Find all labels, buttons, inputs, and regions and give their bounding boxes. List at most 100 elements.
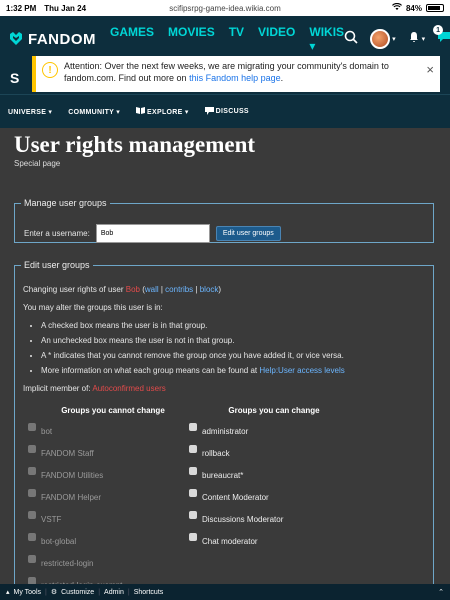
group-row-bureaucrat[interactable]: bureaucrat* <box>189 467 359 489</box>
group-checkbox[interactable] <box>189 423 197 431</box>
group-checkbox-disabled <box>28 511 36 519</box>
address-url[interactable]: scifipsrpg-game-idea.wikia.com <box>0 4 450 13</box>
rule-item: A * indicates that you cannot remove the… <box>41 350 425 362</box>
close-icon[interactable]: × <box>426 62 434 77</box>
contribs-link[interactable]: contribs <box>165 285 193 294</box>
username-input[interactable]: Bob <box>95 224 210 243</box>
nav-right-controls: ▾ ▾ 1 ▾ <box>344 25 450 49</box>
nav-link-tv[interactable]: TV <box>229 25 244 53</box>
username-link[interactable]: Bob <box>126 285 140 294</box>
discuss-icon <box>204 106 214 117</box>
group-checkbox-disabled <box>28 533 36 541</box>
group-checkbox-disabled <box>28 467 36 475</box>
group-label[interactable]: administrator <box>202 427 248 436</box>
bell-icon[interactable] <box>408 30 420 48</box>
group-row-content-moderator[interactable]: Content Moderator <box>189 489 359 511</box>
group-label: FANDOM Helper <box>41 493 102 502</box>
block-link[interactable]: block <box>200 285 219 294</box>
group-checkbox[interactable] <box>189 533 197 541</box>
group-label[interactable]: Chat moderator <box>202 537 258 546</box>
rules-list: A checked box means the user is in that … <box>23 320 425 377</box>
admin-button[interactable]: Admin <box>104 589 124 596</box>
toolbar-menu-arrow-icon: ▴ <box>6 589 10 596</box>
group-row-vstf: VSTF <box>28 511 198 533</box>
group-label[interactable]: rollback <box>202 449 230 458</box>
fandom-heart-icon <box>10 32 22 45</box>
rule-item: A checked box means the user is in that … <box>41 320 425 332</box>
group-label: FANDOM Staff <box>41 449 94 458</box>
implicit-prefix: Implicit member of: <box>23 384 93 393</box>
community-nav-community[interactable]: COMMUNITY ▾ <box>68 108 120 116</box>
gear-icon[interactable]: ⚙ <box>51 588 57 596</box>
community-nav: UNIVERSE ▾ COMMUNITY ▾ EXPLORE ▾ DISCUSS <box>0 94 450 128</box>
shortcuts-button[interactable]: Shortcuts <box>134 589 164 596</box>
community-nav-discuss[interactable]: DISCUSS <box>204 106 249 117</box>
group-label: FANDOM Utilities <box>41 471 104 480</box>
group-row-bot-global: bot-global <box>28 533 198 555</box>
group-checkbox[interactable] <box>189 467 197 475</box>
implicit-member-line: Implicit member of: Autoconfirmed users <box>23 383 425 395</box>
edit-user-groups-button[interactable]: Edit user groups <box>215 226 281 241</box>
group-row-rollback[interactable]: rollback <box>189 445 359 467</box>
cannot-change-header: Groups you cannot change <box>61 406 165 415</box>
community-nav-universe[interactable]: UNIVERSE ▾ <box>8 108 52 116</box>
group-label: bot <box>41 427 53 436</box>
help-user-access-levels-link[interactable]: Help:User access levels <box>259 366 344 375</box>
avatar[interactable] <box>370 29 391 49</box>
warning-icon: ! <box>42 62 58 78</box>
fandom-logo-text: FANDOM <box>28 30 96 48</box>
group-row-discussions-moderator[interactable]: Discussions Moderator <box>189 511 359 533</box>
main-content: User rights management Special page Mana… <box>0 128 450 584</box>
nav-link-video[interactable]: VIDEO <box>258 25 295 53</box>
community-nav-explore[interactable]: EXPLORE ▾ <box>136 107 189 116</box>
group-checkbox[interactable] <box>189 445 197 453</box>
banner-text: Attention: Over the next few weeks, we a… <box>64 60 420 84</box>
edit-user-groups-fieldset: Edit user groups Changing user rights of… <box>14 260 434 584</box>
group-row-administrator[interactable]: administrator <box>189 423 359 445</box>
notifications-menu[interactable]: ▾ <box>408 30 426 48</box>
messages-menu[interactable]: 1 ▾ <box>433 25 450 48</box>
customize-button[interactable]: Customize <box>61 589 94 596</box>
rule-item-text: More information on what each group mean… <box>41 366 260 375</box>
group-label[interactable]: bureaucrat* <box>202 471 243 480</box>
search-icon[interactable] <box>344 30 358 49</box>
changing-rights-line: Changing user rights of user Bob (wall |… <box>23 285 222 294</box>
chevron-down-icon: ▾ <box>421 36 426 43</box>
can-change-header: Groups you can change <box>228 406 320 415</box>
may-alter-text: You may alter the groups this user is in… <box>23 303 163 312</box>
autoconfirmed-users-link[interactable]: Autoconfirmed users <box>92 384 165 393</box>
book-icon <box>136 107 146 116</box>
group-checkbox-disabled <box>28 555 36 563</box>
toolbar-separator: | <box>98 588 101 596</box>
manage-user-groups-fieldset: Manage user groups Enter a username: Bob… <box>14 198 434 243</box>
group-checkbox-disabled <box>28 489 36 497</box>
fandom-logo[interactable]: FANDOM <box>8 31 96 48</box>
group-checkbox-disabled <box>28 577 36 584</box>
scroll-to-top-icon[interactable]: ⌃ <box>438 588 444 596</box>
group-label[interactable]: Discussions Moderator <box>202 515 283 524</box>
my-tools-button[interactable]: My Tools <box>14 589 42 596</box>
group-row-fandom-helper: FANDOM Helper <box>28 489 198 511</box>
fandom-nav-links: GAMES MOVIES TV VIDEO WIKIS ▾ <box>110 25 344 53</box>
cannot-change-column: Groups you cannot change bot FANDOM Staf… <box>28 406 198 584</box>
nav-link-movies[interactable]: MOVIES <box>168 25 215 53</box>
wall-link[interactable]: wall <box>145 285 159 294</box>
toolbar-separator: | <box>127 588 130 596</box>
user-menu[interactable]: ▾ <box>370 29 396 49</box>
nav-link-wikis[interactable]: WIKIS ▾ <box>309 25 344 53</box>
username-label: Enter a username: <box>24 229 90 238</box>
page-subtitle: Special page <box>14 159 61 168</box>
community-nav-discuss-label: DISCUSS <box>215 108 249 115</box>
wiki-bottom-toolbar: ▴ My Tools | ⚙ Customize | Admin | Short… <box>0 584 450 600</box>
nav-link-games[interactable]: GAMES <box>110 25 154 53</box>
group-row-restricted-login-exempt: restricted-login-exempt <box>28 577 198 584</box>
group-checkbox[interactable] <box>189 489 197 497</box>
wiki-logo-mark[interactable]: S <box>10 70 19 86</box>
page-title: User rights management <box>14 132 256 157</box>
group-label[interactable]: Content Moderator <box>202 493 269 502</box>
help-page-link[interactable]: this Fandom help page <box>189 73 281 83</box>
rule-item: An unchecked box means the user is not i… <box>41 335 425 347</box>
group-checkbox[interactable] <box>189 511 197 519</box>
community-nav-explore-label: EXPLORE ▾ <box>147 108 189 116</box>
group-row-chat-moderator[interactable]: Chat moderator <box>189 533 359 555</box>
